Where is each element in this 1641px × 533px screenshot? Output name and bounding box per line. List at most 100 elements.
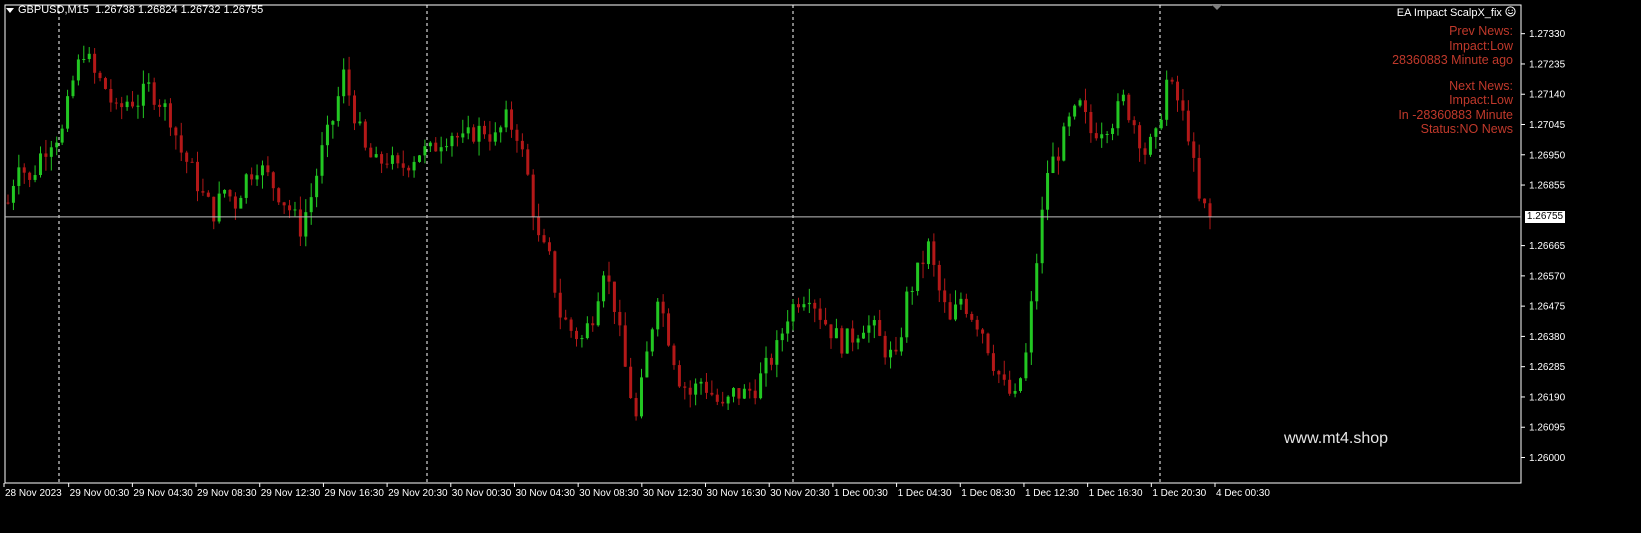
candle-body [1132,120,1136,126]
candle-body [688,387,692,395]
candle-body [986,333,990,354]
candle-body [1073,105,1077,117]
candle-body [753,390,757,399]
ea-name: EA Impact ScalpX_fix [1396,7,1502,19]
candle-body [991,353,995,371]
candle-body [168,103,172,128]
ohlc-values: 1.26738 1.26824 1.26732 1.26755 [95,4,264,16]
candle-body [732,388,736,397]
candle-body [715,394,719,402]
candle-body [315,175,319,198]
candle-body [1143,148,1147,155]
time-tick-label: 28 Nov 2023 [5,488,62,499]
bear-candle [1127,93,1131,123]
candle-body [1046,173,1050,210]
price-chart[interactable]: 1.27330 1.27235 1.27140 1.27045 1.26950 1.268… [0,0,1641,528]
chart-header: GBPUSD,M15 1.26738 1.26824 1.26732 1.267… [6,4,263,16]
candle-body [645,351,649,378]
time-tick-label: 1 Dec 20:30 [1152,488,1206,499]
news-panel: Prev News: Impact:Low 28360883 Minute ag… [1392,24,1513,137]
time-tick-label: 30 Nov 20:30 [770,488,830,499]
candle-body [488,134,492,142]
candle-body [710,392,714,395]
candle-body [1051,156,1055,174]
bear-candle [840,325,844,358]
bull-candle [845,328,849,354]
time-tick-label: 1 Dec 16:30 [1089,488,1143,499]
candle-body [1062,126,1066,161]
expert-advisor-label[interactable]: EA Impact ScalpX_fix [1397,6,1516,19]
candle-body [38,153,42,176]
candle-body [1056,156,1060,161]
candle-body [196,161,200,192]
candle-body [1029,301,1033,353]
bear-candle [103,76,107,90]
candle-body [282,202,286,206]
candle-body [407,167,411,171]
candle-body [634,398,638,417]
time-tick-label: 29 Nov 16:30 [324,488,384,499]
candle-body [769,357,773,365]
candle-body [569,319,573,331]
candle-body [250,174,254,180]
candle-body [477,125,481,142]
candle-body [163,103,167,107]
candle-body [439,147,443,152]
candle-body [807,302,811,305]
candle-body [1192,141,1196,158]
smiley-icon[interactable] [1505,6,1516,17]
chevron-down-icon[interactable] [6,7,14,13]
time-tick-label: 30 Nov 16:30 [707,488,767,499]
candle-body [212,196,216,222]
candle-body [55,142,59,148]
candle-body [298,209,302,237]
candle-body [445,146,449,148]
candle-body [114,102,118,104]
price-tick-label: 1.26095 [1529,423,1566,434]
candle-body [141,83,145,106]
candle-body [239,197,243,209]
candle-body [22,167,26,173]
candle-body [28,172,32,180]
candle-body [325,124,329,146]
candle-body [851,328,855,343]
candle-body [136,105,140,107]
candle-body [374,154,378,158]
time-tick-label: 29 Nov 12:30 [261,488,321,499]
candle-body [1094,133,1098,139]
candle-body [320,145,324,176]
candle-body [748,388,752,391]
candle-body [66,96,70,129]
candle-body [667,313,671,346]
candle-body [1170,79,1174,82]
time-tick-label: 4 Dec 00:30 [1216,488,1270,499]
candle-body [759,373,763,399]
bull-candle [417,154,421,163]
candle-body [564,317,568,320]
candle-body [510,109,514,130]
candle-body [1105,133,1109,135]
candle-body [883,335,887,358]
candle-body [580,338,584,340]
price-tick-label: 1.27045 [1529,120,1566,131]
candle-body [223,189,227,194]
candle-body [921,262,925,265]
candle-body [661,301,665,314]
time-tick-label: 29 Nov 00:30 [70,488,130,499]
candle-body [937,264,941,291]
candle-body [721,401,725,404]
candle-body [466,127,470,134]
candle-body [1083,100,1087,113]
candle-body [401,163,405,168]
candle-body [1067,116,1071,127]
candle-body [878,320,882,336]
candle-body [11,185,15,203]
bull-candle [1018,377,1022,393]
price-tick-label: 1.26190 [1529,392,1566,403]
candle-body [190,161,194,163]
candle-body [1089,112,1093,134]
candle-body [309,197,313,213]
candle-body [6,202,10,204]
candle-body [482,125,486,135]
price-tick-label: 1.26570 [1529,271,1566,282]
